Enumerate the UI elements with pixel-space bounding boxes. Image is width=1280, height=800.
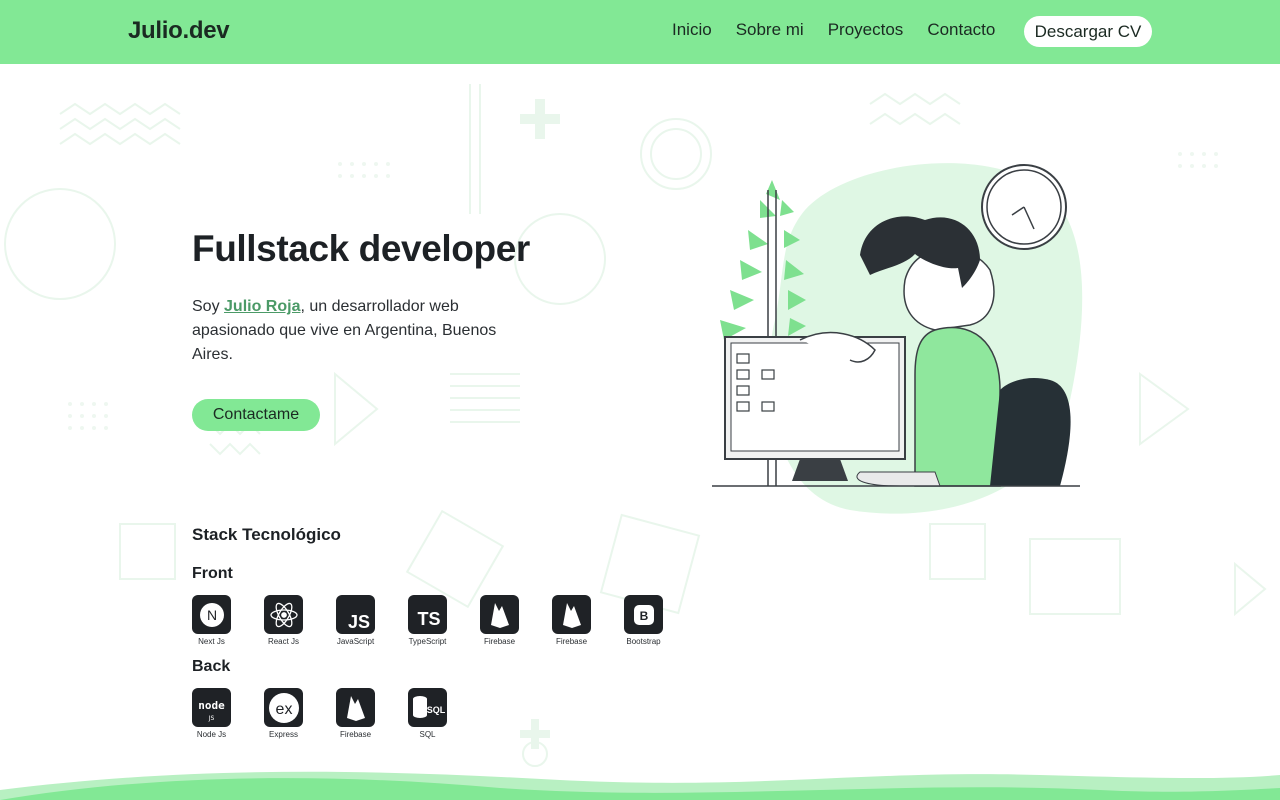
nav-link-inicio[interactable]: Inicio	[672, 20, 712, 40]
tech-item-firebase: Firebase	[480, 595, 519, 646]
tech-label: Firebase	[555, 637, 588, 646]
tech-label: Express	[269, 730, 298, 739]
svg-text:TS: TS	[417, 609, 440, 629]
tech-item-firebase-2: Firebase	[552, 595, 591, 646]
svg-text:SQL: SQL	[426, 705, 445, 715]
contact-button[interactable]: Contactame	[192, 399, 320, 431]
hero-description: Soy Julio Roja, un desarrollador web apa…	[192, 295, 522, 367]
svg-text:JS: JS	[208, 715, 215, 722]
tech-item-bootstrap: B Bootstrap	[624, 595, 663, 646]
tech-item-typescript: TS TypeScript	[408, 595, 447, 646]
tech-item-firebase-back: Firebase	[336, 688, 375, 739]
tech-item-nextjs: N Next Js	[192, 595, 231, 646]
tech-label: Node Js	[196, 730, 227, 739]
svg-text:node: node	[198, 699, 225, 712]
tech-label: React Js	[267, 637, 300, 646]
sql-icon: SQL	[408, 688, 447, 727]
nodejs-icon: node JS	[192, 688, 231, 727]
site-logo[interactable]: Julio.dev	[128, 17, 230, 45]
tech-item-sql: SQL SQL	[408, 688, 447, 739]
site-header: Julio.dev Inicio Sobre mi Proyectos Cont…	[0, 0, 1280, 64]
react-icon	[264, 595, 303, 634]
bootstrap-icon: B	[624, 595, 663, 634]
tech-item-express: ex Express	[264, 688, 303, 739]
hero-desc-prefix: Soy	[192, 298, 225, 315]
svg-text:B: B	[639, 609, 648, 623]
tech-label: Firebase	[483, 637, 516, 646]
tech-item-react: React Js	[264, 595, 303, 646]
svg-text:N: N	[206, 607, 216, 623]
author-name-link[interactable]: Julio Roja	[224, 298, 300, 315]
tech-item-nodejs: node JS Node Js	[192, 688, 231, 739]
bottom-wave	[0, 771, 1280, 800]
typescript-icon: TS	[408, 595, 447, 634]
nav-link-sobre-mi[interactable]: Sobre mi	[736, 20, 804, 40]
svg-text:ex: ex	[275, 701, 292, 718]
tech-label: Bootstrap	[626, 637, 661, 646]
javascript-icon: JS	[336, 595, 375, 634]
main-nav: Inicio Sobre mi Proyectos Contacto	[672, 20, 995, 40]
download-cv-button[interactable]: Descargar CV	[1024, 16, 1152, 47]
firebase-icon	[552, 595, 591, 634]
tech-label: Next Js	[198, 637, 225, 646]
tech-label: Firebase	[339, 730, 372, 739]
firebase-icon	[480, 595, 519, 634]
tech-label: JavaScript	[336, 637, 375, 646]
nav-link-proyectos[interactable]: Proyectos	[828, 20, 904, 40]
nav-link-contacto[interactable]: Contacto	[927, 20, 995, 40]
tech-item-javascript: JS JavaScript	[336, 595, 375, 646]
developer-illustration	[712, 163, 1083, 514]
svg-text:JS: JS	[348, 612, 370, 632]
firebase-icon	[336, 688, 375, 727]
back-label: Back	[192, 658, 231, 675]
back-stack-list: node JS Node Js ex Express Firebase SQL S…	[192, 688, 447, 739]
nextjs-icon: N	[192, 595, 231, 634]
tech-label: TypeScript	[408, 637, 447, 646]
front-stack-list: N Next Js React Js JS JavaScript TS Type…	[192, 595, 663, 646]
express-icon: ex	[264, 688, 303, 727]
stack-title: Stack Tecnológico	[192, 525, 341, 544]
hero-title: Fullstack developer	[192, 228, 530, 269]
front-label: Front	[192, 565, 233, 582]
tech-label: SQL	[419, 730, 436, 739]
